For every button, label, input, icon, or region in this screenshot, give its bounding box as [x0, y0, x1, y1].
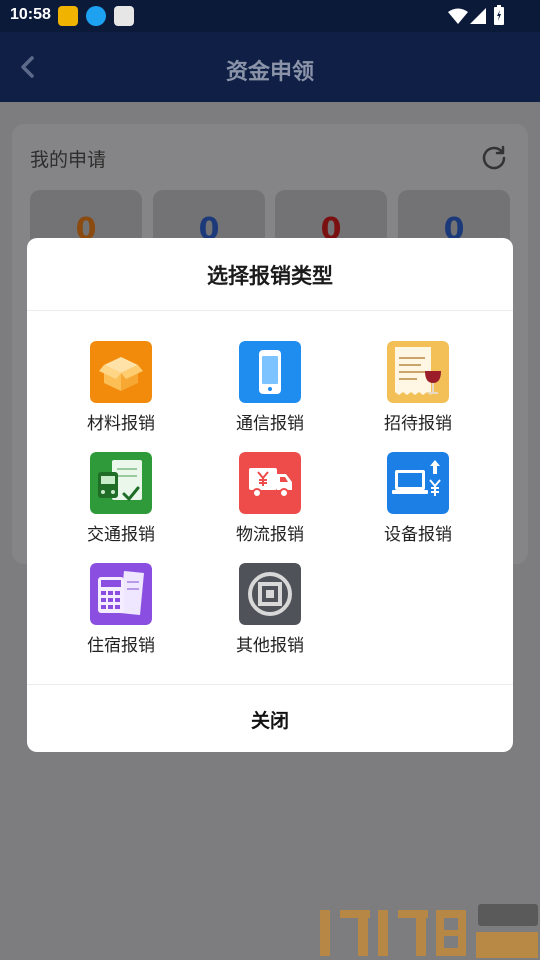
truck-icon — [239, 452, 301, 514]
option-transport[interactable]: 交通报销 — [51, 452, 191, 548]
option-label: 通信报销 — [236, 414, 304, 434]
my-applications-title: 我的申请 — [30, 149, 107, 171]
box-icon — [90, 341, 152, 403]
option-label: 物流报销 — [236, 525, 304, 545]
notification-app-icon — [114, 6, 134, 26]
bus-icon — [90, 452, 152, 514]
close-button[interactable]: 关闭 — [27, 686, 513, 752]
option-label: 交通报销 — [87, 525, 155, 545]
app-bar: 资金申领 — [0, 32, 540, 102]
battery-icon — [494, 5, 504, 25]
page-title: 资金申领 — [225, 60, 314, 85]
option-label: 材料报销 — [87, 414, 155, 434]
option-material[interactable]: 材料报销 — [51, 341, 191, 437]
option-logistics[interactable]: 物流报销 — [200, 452, 340, 548]
option-entertainment[interactable]: 招待报销 — [348, 341, 488, 437]
phone-icon — [239, 341, 301, 403]
option-equipment[interactable]: 设备报销 — [348, 452, 488, 548]
square-icon — [239, 563, 301, 625]
option-label: 设备报销 — [384, 525, 452, 545]
status-bar: 10:58 — [0, 0, 540, 32]
wifi-icon — [448, 8, 468, 24]
receipt-wine-icon — [387, 341, 449, 403]
dialog-title: 选择报销类型 — [207, 264, 333, 288]
site-watermark-logo — [320, 904, 538, 958]
option-accommodation[interactable]: 住宿报销 — [51, 563, 191, 659]
option-label: 其他报销 — [236, 636, 304, 656]
status-time: 10:58 — [10, 6, 51, 23]
divider — [27, 310, 513, 311]
option-communication[interactable]: 通信报销 — [200, 341, 340, 437]
divider — [27, 684, 513, 685]
laptop-icon — [387, 452, 449, 514]
signal-icon — [470, 8, 486, 24]
option-label: 住宿报销 — [87, 636, 155, 656]
option-label: 招待报销 — [384, 414, 452, 434]
option-other[interactable]: 其他报销 — [200, 563, 340, 659]
notification-app-icon — [58, 6, 78, 26]
refresh-icon[interactable] — [480, 143, 508, 171]
reimbursement-type-dialog: 选择报销类型 材料报销 通信报销 招待报销 交通报销 物流报销 设备报销 住宿报… — [27, 238, 513, 752]
download-icon — [86, 6, 106, 26]
calculator-icon — [90, 563, 152, 625]
